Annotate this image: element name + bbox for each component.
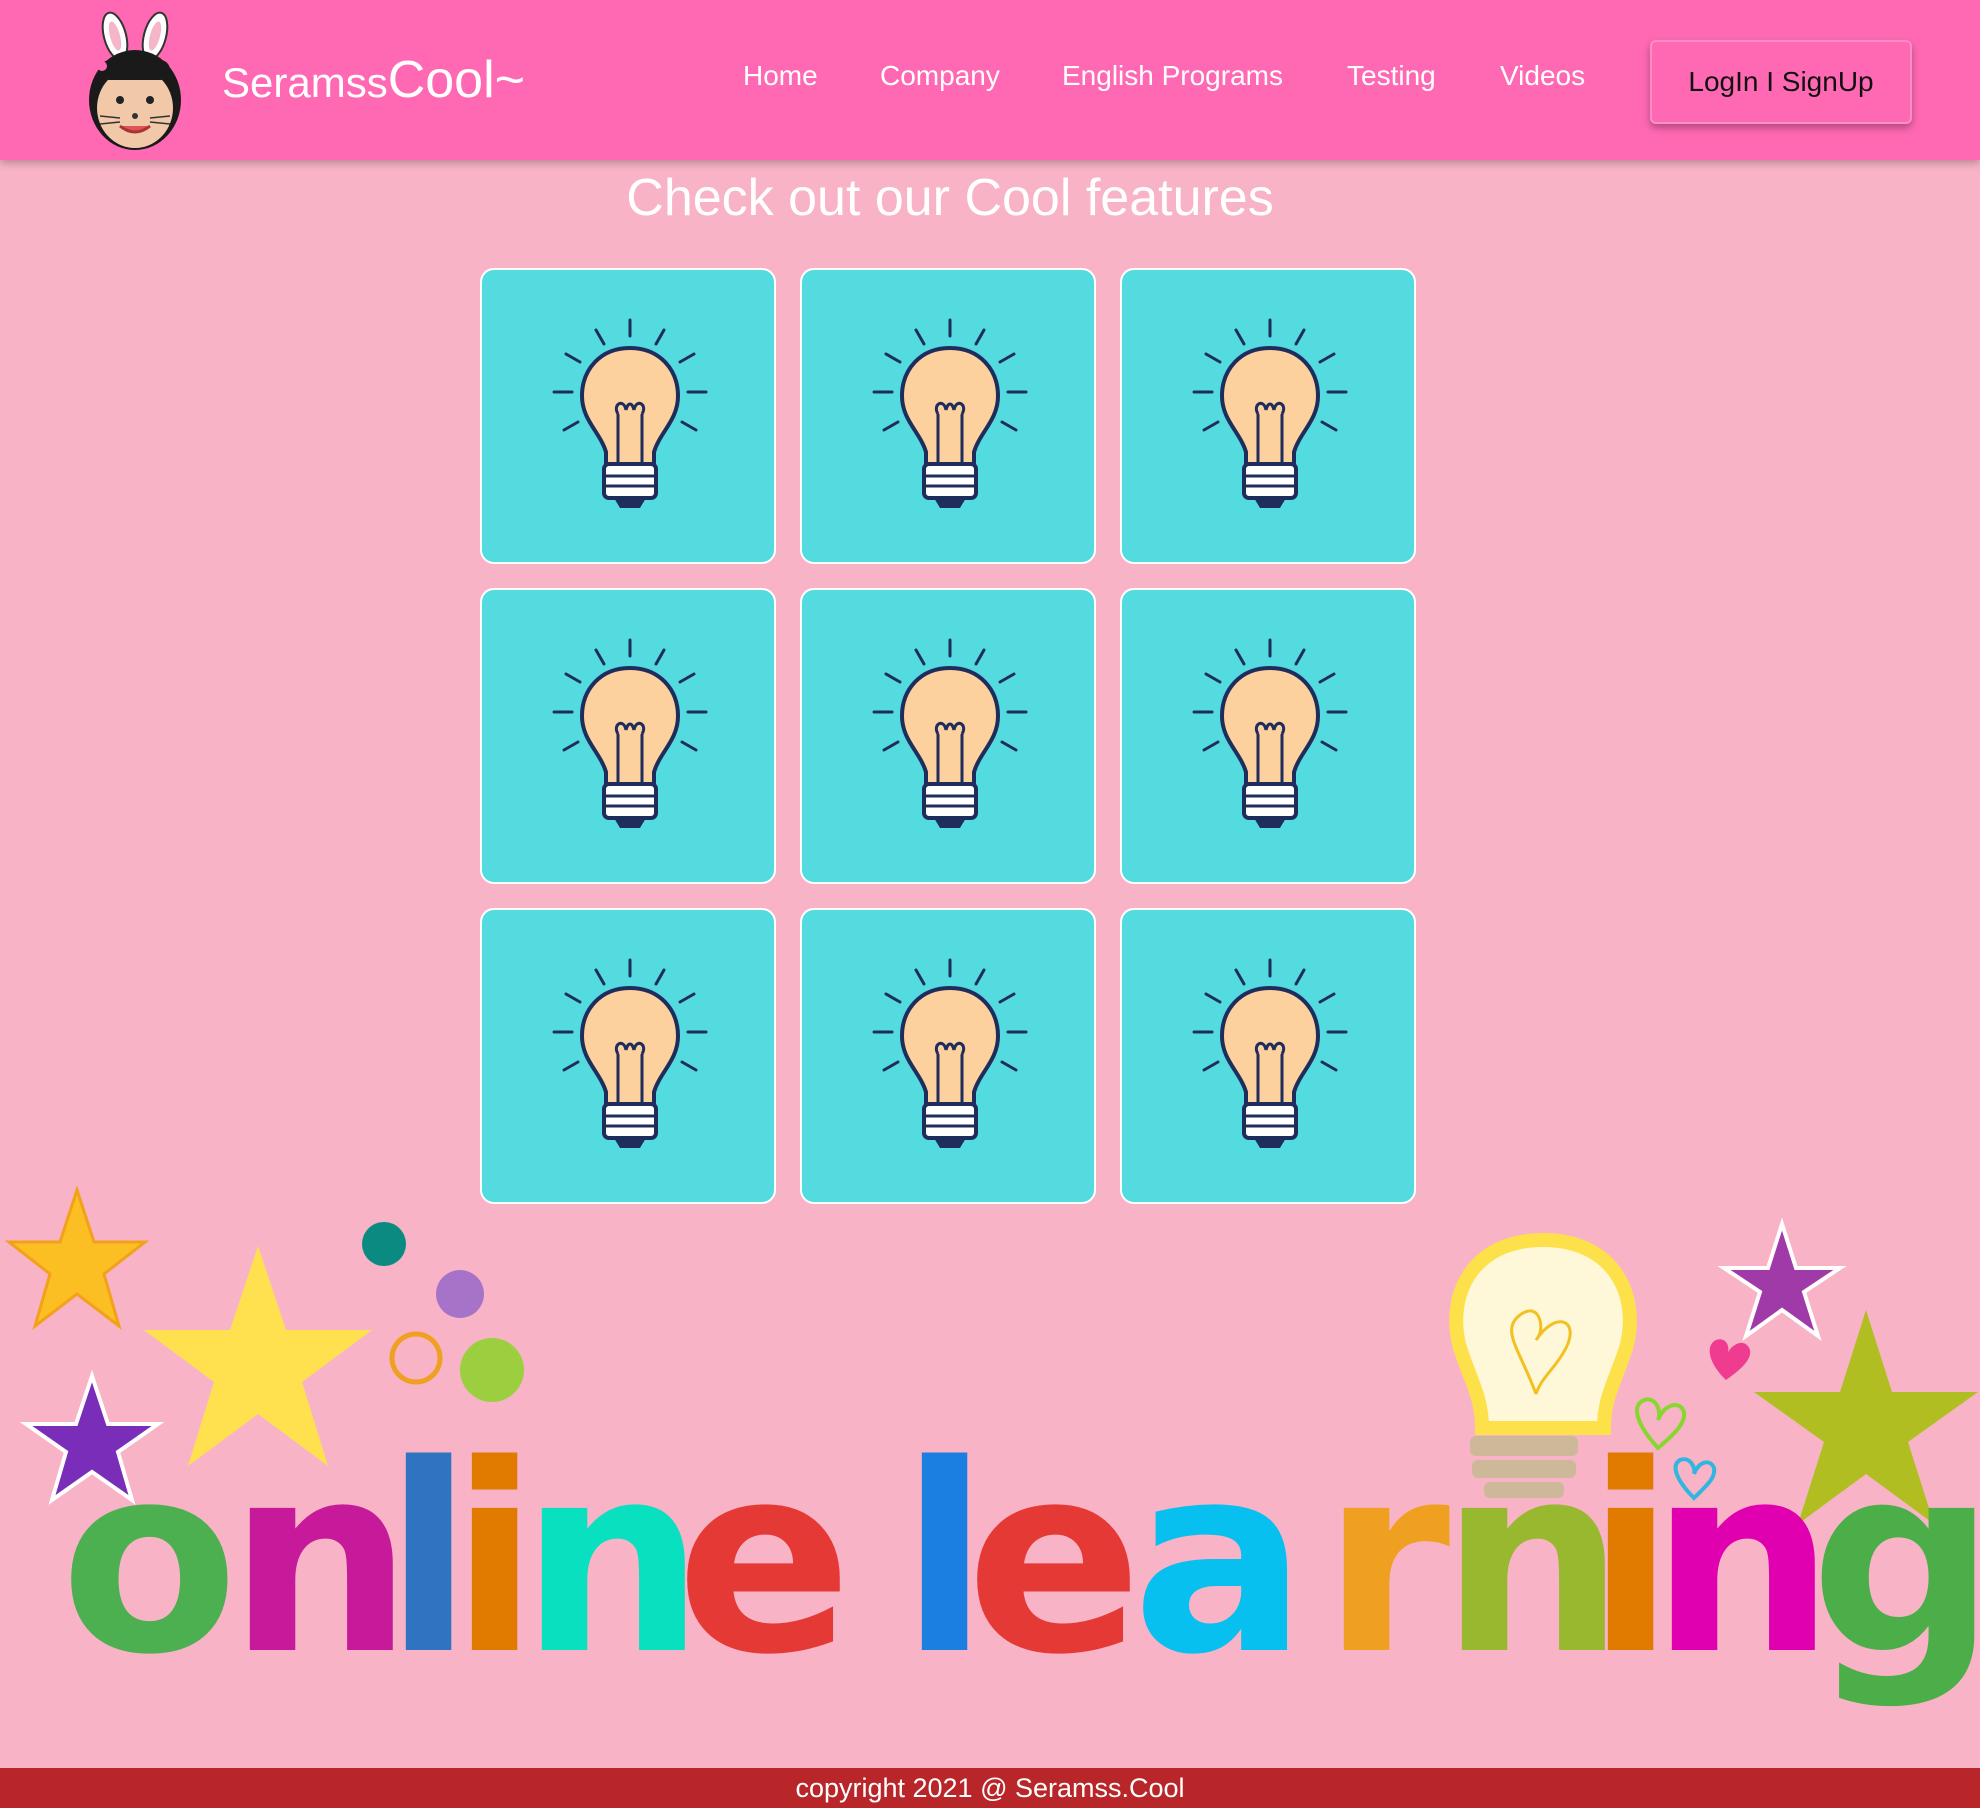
- light-bulb-icon: [872, 638, 1028, 828]
- banner-letter: e: [966, 1410, 1142, 1712]
- avatar[interactable]: [80, 8, 190, 153]
- navbar: Seramss Cool~ Home Company English Progr…: [0, 0, 1980, 160]
- feature-tile[interactable]: [480, 588, 776, 884]
- feature-tile[interactable]: [800, 588, 1096, 884]
- light-bulb-icon: [1192, 958, 1348, 1148]
- nav-link-company[interactable]: Company: [880, 60, 1000, 92]
- dot-icon: [362, 1222, 406, 1266]
- banner-letter: o: [60, 1410, 239, 1712]
- feature-tile[interactable]: [480, 268, 776, 564]
- nav-link-english-programs[interactable]: English Programs: [1062, 60, 1283, 92]
- light-bulb-icon: [552, 318, 708, 508]
- nav-link-videos[interactable]: Videos: [1500, 60, 1585, 92]
- banner-letter: g: [1810, 1410, 1980, 1712]
- feature-tile[interactable]: [1120, 588, 1416, 884]
- nav-link-home[interactable]: Home: [743, 60, 818, 92]
- login-signup-button[interactable]: LogIn I SignUp: [1650, 40, 1912, 124]
- online-learning-banner: online learning: [4, 1185, 1980, 1712]
- light-bulb-icon: [552, 958, 708, 1148]
- heart-icon: [1709, 1339, 1751, 1380]
- light-bulb-icon: [1192, 638, 1348, 828]
- dot-icon: [460, 1338, 524, 1402]
- online-learning-text: online learning: [60, 1410, 1980, 1712]
- feature-tile[interactable]: [800, 268, 1096, 564]
- features-title: Check out our Cool features: [626, 169, 1274, 227]
- brand-name[interactable]: Seramss Cool~: [222, 50, 525, 110]
- banner-letter: e: [676, 1410, 852, 1712]
- light-bulb-icon: [872, 958, 1028, 1148]
- light-bulb-icon: [552, 638, 708, 828]
- light-bulb-icon: [872, 318, 1028, 508]
- banner-letter: n: [1650, 1410, 1835, 1712]
- feature-tile[interactable]: [800, 908, 1096, 1204]
- feature-tile[interactable]: [480, 908, 776, 1204]
- footer: copyright 2021 @ Seramss.Cool: [0, 1768, 1980, 1808]
- nav-link-testing[interactable]: Testing: [1347, 60, 1436, 92]
- star-icon: [1717, 1217, 1847, 1342]
- star-icon: [4, 1185, 150, 1330]
- banner-letter: r: [1322, 1410, 1452, 1712]
- brand-name-part2: Cool~: [387, 51, 526, 109]
- dot-icon: [389, 1331, 443, 1385]
- banner-letter: a: [1132, 1410, 1307, 1712]
- copyright-text: copyright 2021 @ Seramss.Cool: [795, 1772, 1185, 1803]
- feature-tile[interactable]: [1120, 268, 1416, 564]
- dot-icon: [436, 1270, 484, 1318]
- light-bulb-icon: [1192, 318, 1348, 508]
- feature-tile[interactable]: [1120, 908, 1416, 1204]
- brand-name-part1: Seramss: [222, 59, 388, 106]
